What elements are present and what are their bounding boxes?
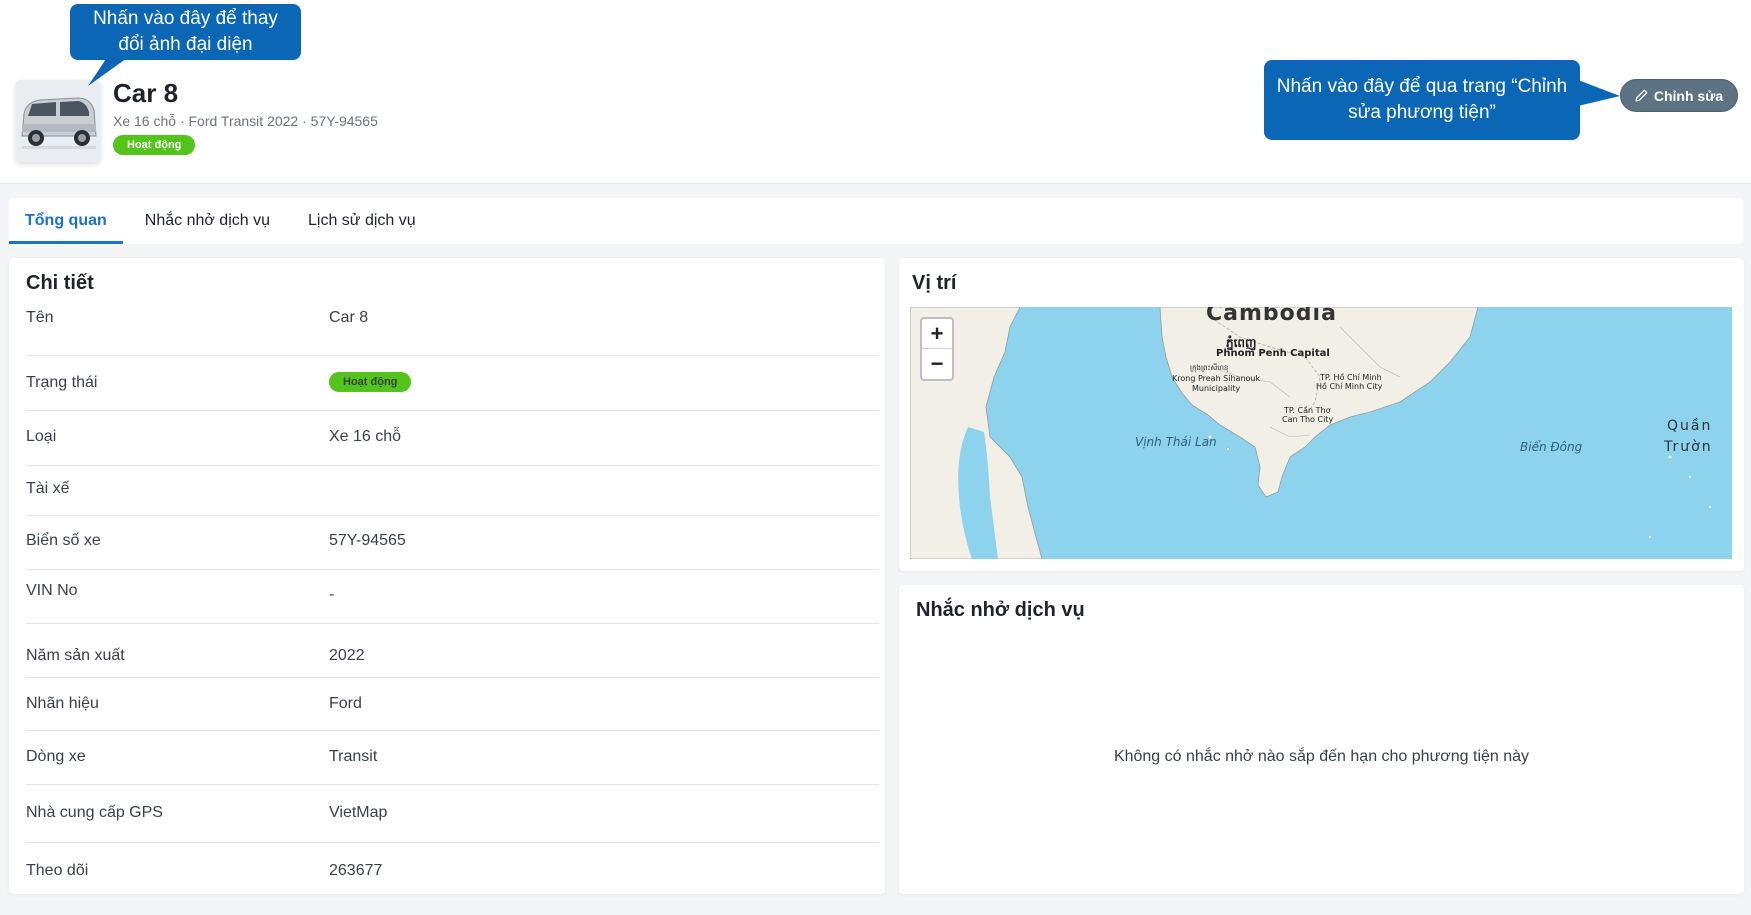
avatar-callout: Nhấn vào đây để thay đổi ảnh đại diện [70,4,301,60]
map-label-sihanouk-1: Krong Preah Sihanouk [1172,374,1261,383]
detail-label: Biển số xe [26,532,101,549]
details-list: Tên Car 8 Trạng thái Hoạt động Loại Xe 1… [26,302,879,897]
detail-value: Car 8 [329,309,369,326]
zoom-out-button[interactable]: − [922,349,952,379]
detail-row-brand: Nhãn hiệu Ford [26,678,879,731]
detail-value: 57Y-94565 [329,532,406,549]
edit-button[interactable]: Chỉnh sửa [1620,79,1738,112]
tab-bar: Tổng quan Nhắc nhở dịch vụ Lịch sử dịch … [9,198,1743,244]
status-badge: Hoạt động [329,372,412,392]
detail-row-vin: VIN No - [26,570,879,624]
detail-label: Dòng xe [26,748,86,765]
detail-label: Tên [26,309,54,326]
detail-label: Năm sản xuất [26,647,125,664]
edit-callout-tail [1578,80,1620,106]
tab-service-reminders[interactable]: Nhắc nhở dịch vụ [123,198,286,244]
edit-button-label: Chỉnh sửa [1653,87,1724,104]
detail-label: Nhà cung cấp GPS [26,804,163,821]
detail-row-status: Trạng thái Hoạt động [26,356,879,411]
detail-label: VIN No [26,582,78,599]
map-label-east-sea: Biển Đông [1520,440,1583,454]
location-card: Vị trí + − Cambodia ភ្នំពេញ Phnom Penh C… [899,258,1744,571]
vehicle-avatar[interactable] [16,80,100,162]
detail-value: Ford [329,695,362,712]
detail-row-plate: Biển số xe 57Y-94565 [26,516,879,570]
detail-value: Xe 16 chỗ [329,428,402,445]
detail-row-model: Dòng xe Transit [26,731,879,785]
detail-row-name: Tên Car 8 [26,302,879,356]
detail-label: Tài xế [26,480,70,497]
map-label-island-2: Trườn [1664,439,1713,455]
detail-value: 263677 [329,862,383,879]
map-label-capital: Phnom Penh Capital [1216,348,1330,359]
detail-label: Loại [26,428,57,445]
detail-row-year: Năm sản xuất 2022 [26,624,879,678]
map-zoom-control: + − [920,317,954,381]
tab-overview[interactable]: Tổng quan [9,198,123,244]
map-label-hcm-1: TP. Hồ Chí Minh [1320,373,1382,382]
tab-service-history[interactable]: Lịch sử dịch vụ [286,198,432,244]
detail-label: Nhãn hiệu [26,695,99,712]
map-label-island-1: Quần [1667,418,1713,434]
map-label-hcm-2: Hồ Chí Minh City [1316,382,1383,391]
map-label-sihanouk-2: Municipality [1192,384,1241,393]
details-title: Chi tiết [26,272,94,294]
detail-value: 2022 [329,647,365,664]
detail-row-tracking: Theo dõi 263677 [26,843,879,897]
detail-row-type: Loại Xe 16 chỗ [26,411,879,466]
reminders-empty-message: Không có nhắc nhở nào sắp đến hạn cho ph… [1113,748,1530,765]
map-label-cantho-2: Can Tho City [1282,415,1334,424]
detail-row-gps-provider: Nhà cung cấp GPS VietMap [26,785,879,843]
edit-callout: Nhấn vào đây để qua trang “Chỉnh sửa phư… [1264,60,1580,140]
van-image-icon [16,80,100,162]
map-label-gulf: Vịnh Thái Lan [1135,435,1217,449]
map[interactable]: + − Cambodia ភ្នំពេញ Phnom Penh Capital … [910,307,1732,559]
detail-value: Transit [329,748,378,765]
zoom-in-button[interactable]: + [922,319,952,349]
detail-label: Theo dõi [26,862,89,879]
status-badge: Hoạt động [113,135,196,155]
vehicle-subtitle: Xe 16 chỗ · Ford Transit 2022 · 57Y-9456… [113,113,378,129]
detail-value: - [329,586,335,603]
map-label-sihanouk-km: ក្រុងព្រះសីហនុ [1190,364,1229,372]
detail-label: Trạng thái [26,374,98,391]
reminders-title: Nhắc nhở dịch vụ [916,599,1085,621]
map-label-country: Cambodia [1206,307,1337,326]
details-card: Chi tiết Tên Car 8 Trạng thái Hoạt động … [9,258,885,894]
pencil-icon [1635,89,1648,102]
location-title: Vị trí [912,272,957,294]
detail-row-driver: Tài xế [26,466,879,516]
detail-value: VietMap [329,804,388,821]
map-land-shapes [910,307,1712,559]
avatar-callout-tail [88,56,130,86]
reminders-card: Nhắc nhở dịch vụ Không có nhắc nhở nào s… [899,585,1744,894]
map-label-cantho-1: TP. Cần Thơ [1284,406,1331,415]
